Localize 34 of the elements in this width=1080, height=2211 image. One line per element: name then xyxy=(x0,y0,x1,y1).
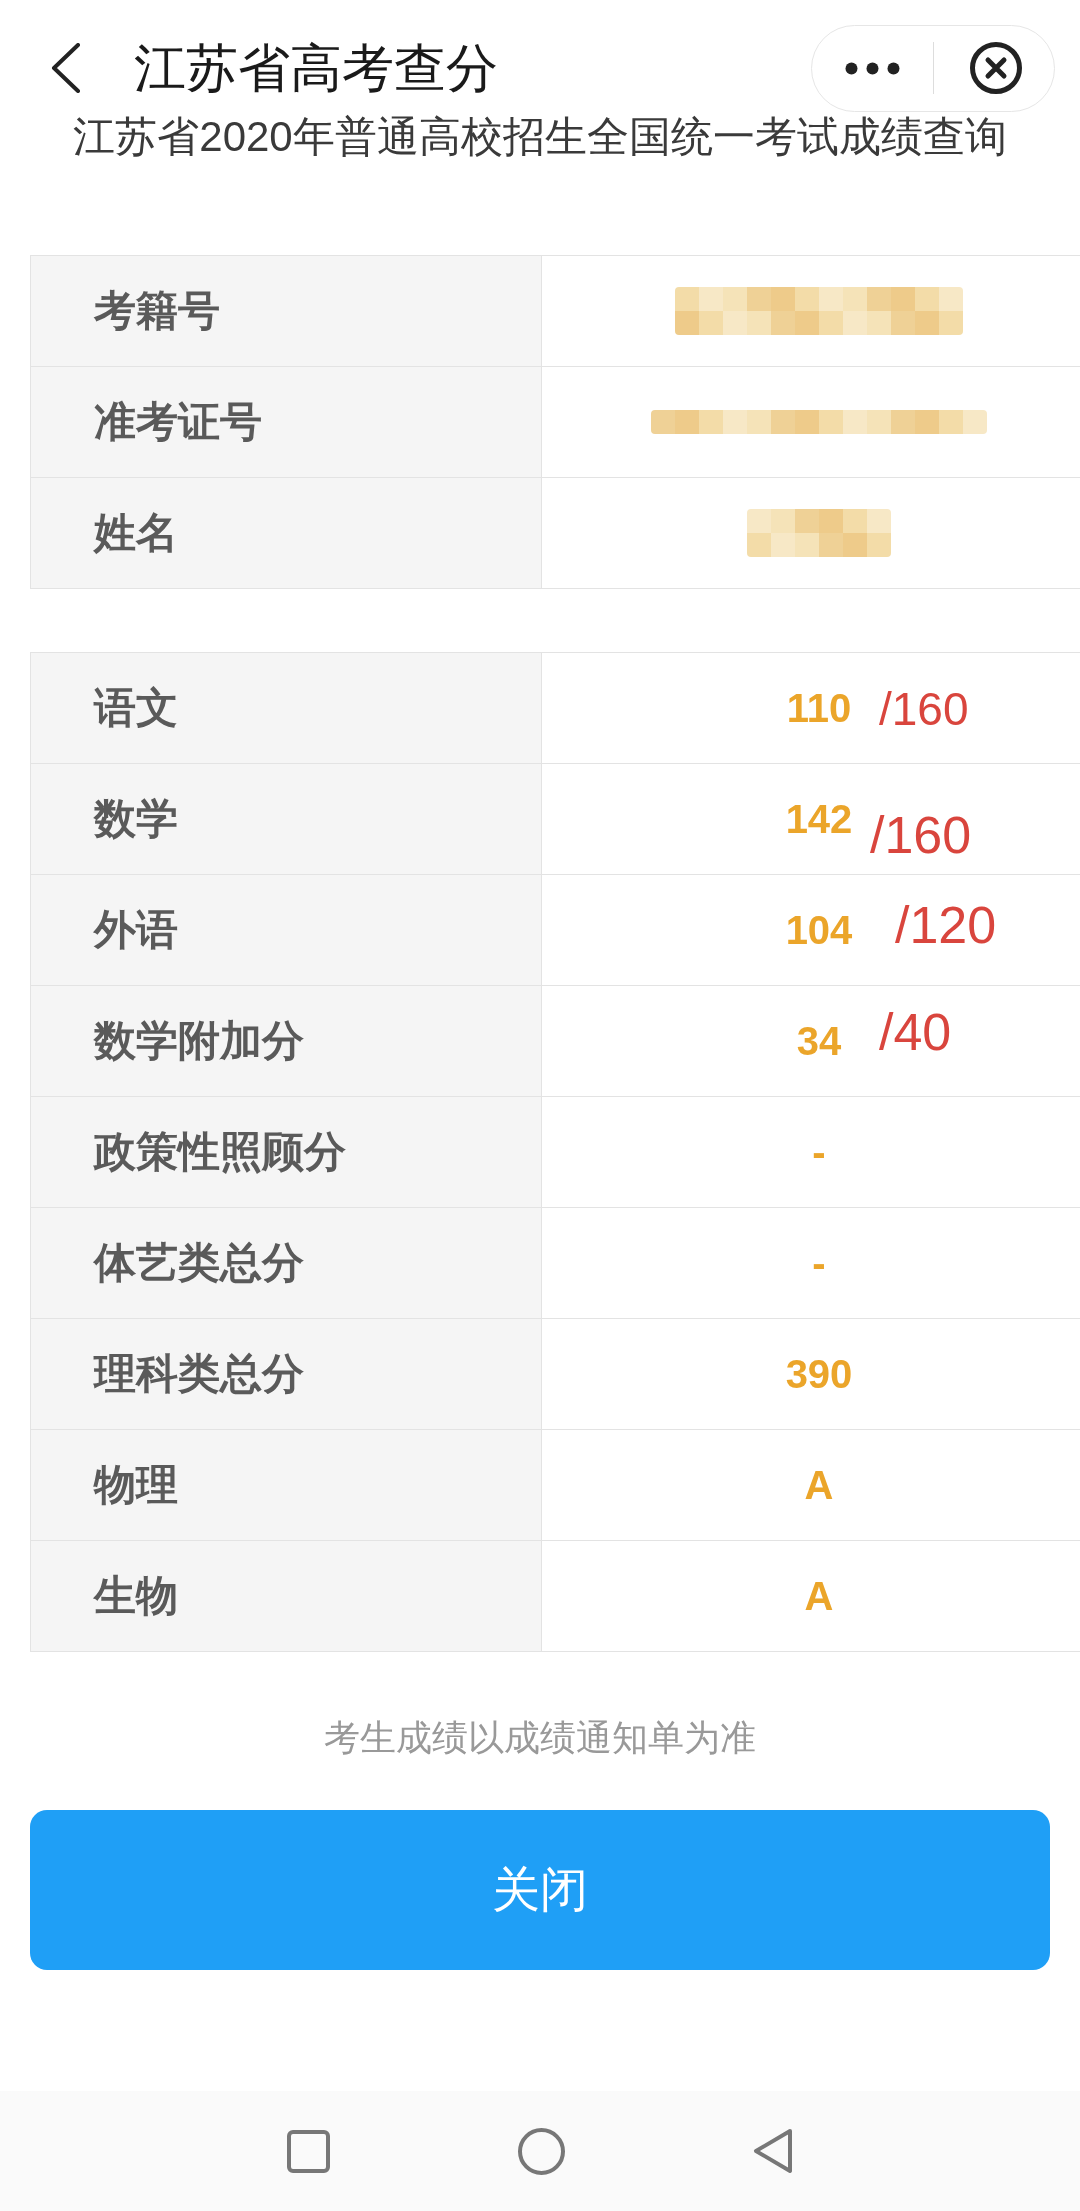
more-icon[interactable] xyxy=(845,61,900,75)
score-value: 104 xyxy=(785,910,853,950)
field-label: 体艺类总分 xyxy=(94,1242,304,1284)
score-value: A xyxy=(804,1465,834,1505)
score-value: 390 xyxy=(785,1354,853,1394)
field-label: 语文 xyxy=(94,687,178,729)
handwritten-annotation: /160 xyxy=(870,809,972,861)
field-label: 物理 xyxy=(94,1464,178,1506)
close-button[interactable]: 关闭 xyxy=(30,1810,1050,1970)
page-heading: 江苏省2020年普通高校招生全国统一考试成绩查询 xyxy=(73,116,1007,158)
score-value: 34 xyxy=(796,1021,842,1061)
score-value: - xyxy=(812,1243,826,1283)
handwritten-annotation: /40 xyxy=(879,1006,952,1058)
field-label: 考籍号 xyxy=(94,290,220,332)
field-label: 姓名 xyxy=(94,512,178,554)
field-label: 外语 xyxy=(94,909,178,951)
score-value: 110 xyxy=(786,688,852,728)
back-icon[interactable] xyxy=(50,43,81,93)
field-label: 理科类总分 xyxy=(94,1353,304,1395)
home-icon[interactable] xyxy=(518,2127,565,2175)
notice-text: 考生成绩以成绩通知单为准 xyxy=(324,1720,756,1756)
handwritten-annotation: /120 xyxy=(895,899,997,951)
field-label: 政策性照顾分 xyxy=(94,1131,346,1173)
field-label: 生物 xyxy=(94,1575,178,1617)
score-value: A xyxy=(804,1576,834,1616)
handwritten-annotation: /160 xyxy=(879,686,969,732)
score-value: - xyxy=(812,1132,826,1172)
close-icon[interactable] xyxy=(970,42,1022,94)
field-label: 数学附加分 xyxy=(94,1020,304,1062)
page-title: 江苏省高考查分 xyxy=(134,42,498,94)
field-label: 数学 xyxy=(94,798,178,840)
field-label: 准考证号 xyxy=(94,401,262,443)
recent-apps-icon[interactable] xyxy=(287,2129,330,2173)
score-value: 142 xyxy=(785,799,853,839)
